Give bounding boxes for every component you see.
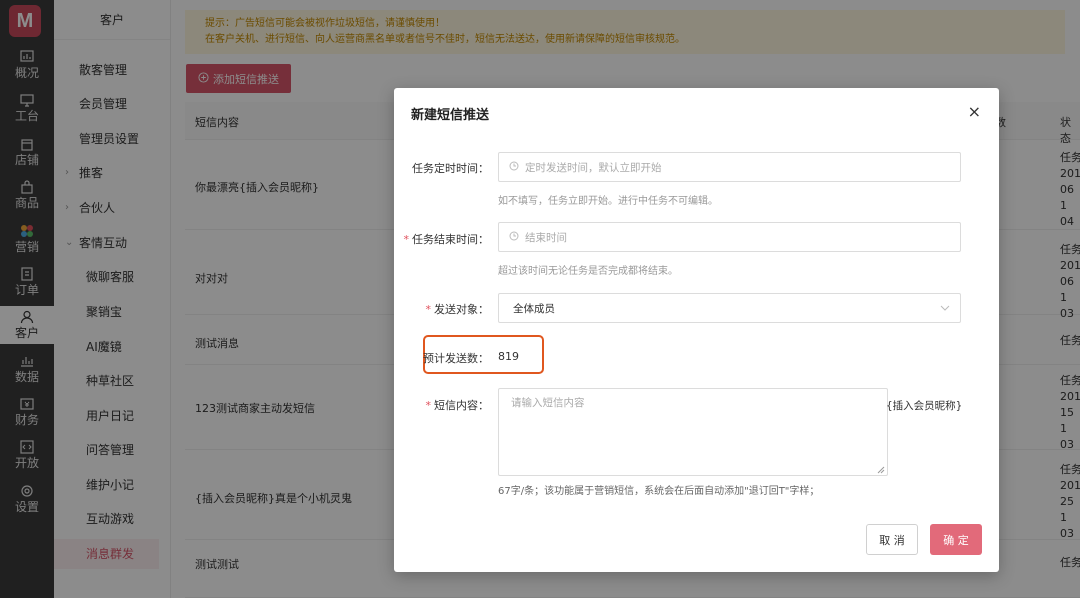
required-mark: * xyxy=(403,233,410,246)
dialog-title: 新建短信推送 xyxy=(411,108,490,123)
end-time-hint: 超过该时间无论任务是否完成都将结束。 xyxy=(498,266,678,277)
target-select-value: 全体成员 xyxy=(513,302,555,315)
start-time-label: 任务定时时间： xyxy=(394,160,489,176)
end-time-input[interactable]: 结束时间 xyxy=(498,222,961,252)
target-label: * 发送对象： xyxy=(394,301,490,317)
confirm-button[interactable]: 确 定 xyxy=(930,524,982,555)
close-icon[interactable]: × xyxy=(968,102,981,121)
clock-icon xyxy=(509,161,519,174)
new-sms-push-dialog: 新建短信推送 × 任务定时时间： 定时发送时间，默认立即开始 如不填写，任务立即… xyxy=(394,88,999,572)
estimate-label: 预计发送数： xyxy=(394,350,489,366)
required-mark: * xyxy=(425,399,432,412)
end-time-label: * 任务结束时间： xyxy=(394,231,490,247)
target-select[interactable]: 全体成员 xyxy=(498,293,961,323)
cancel-button[interactable]: 取 消 xyxy=(866,524,918,555)
estimate-count: 819 xyxy=(498,350,519,363)
sms-content-placeholder: 请输入短信内容 xyxy=(511,397,585,409)
sms-content-textarea[interactable]: 请输入短信内容 xyxy=(498,388,888,476)
content-hint: 67字/条；该功能属于营销短信，系统会在后面自动添加"退订回T"字样； xyxy=(498,486,820,497)
content-label: * 短信内容： xyxy=(394,397,490,413)
estimate-label-text: 预计发送数： xyxy=(423,352,489,365)
content-label-text: 短信内容： xyxy=(434,399,489,412)
start-time-label-text: 任务定时时间： xyxy=(412,162,489,175)
start-time-hint: 如不填写，任务立即开始。进行中任务不可编辑。 xyxy=(498,196,718,207)
required-mark: * xyxy=(425,303,432,316)
resize-grip-icon[interactable] xyxy=(877,465,885,474)
end-time-label-text: 任务结束时间： xyxy=(412,233,489,246)
end-time-placeholder: 结束时间 xyxy=(525,231,567,244)
start-time-placeholder: 定时发送时间，默认立即开始 xyxy=(525,161,662,174)
target-label-text: 发送对象： xyxy=(434,303,489,316)
chevron-down-icon xyxy=(940,303,950,315)
start-time-input[interactable]: 定时发送时间，默认立即开始 xyxy=(498,152,961,182)
insert-nickname-link[interactable]: {插入会员昵称} xyxy=(886,398,962,413)
clock-icon xyxy=(509,231,519,244)
